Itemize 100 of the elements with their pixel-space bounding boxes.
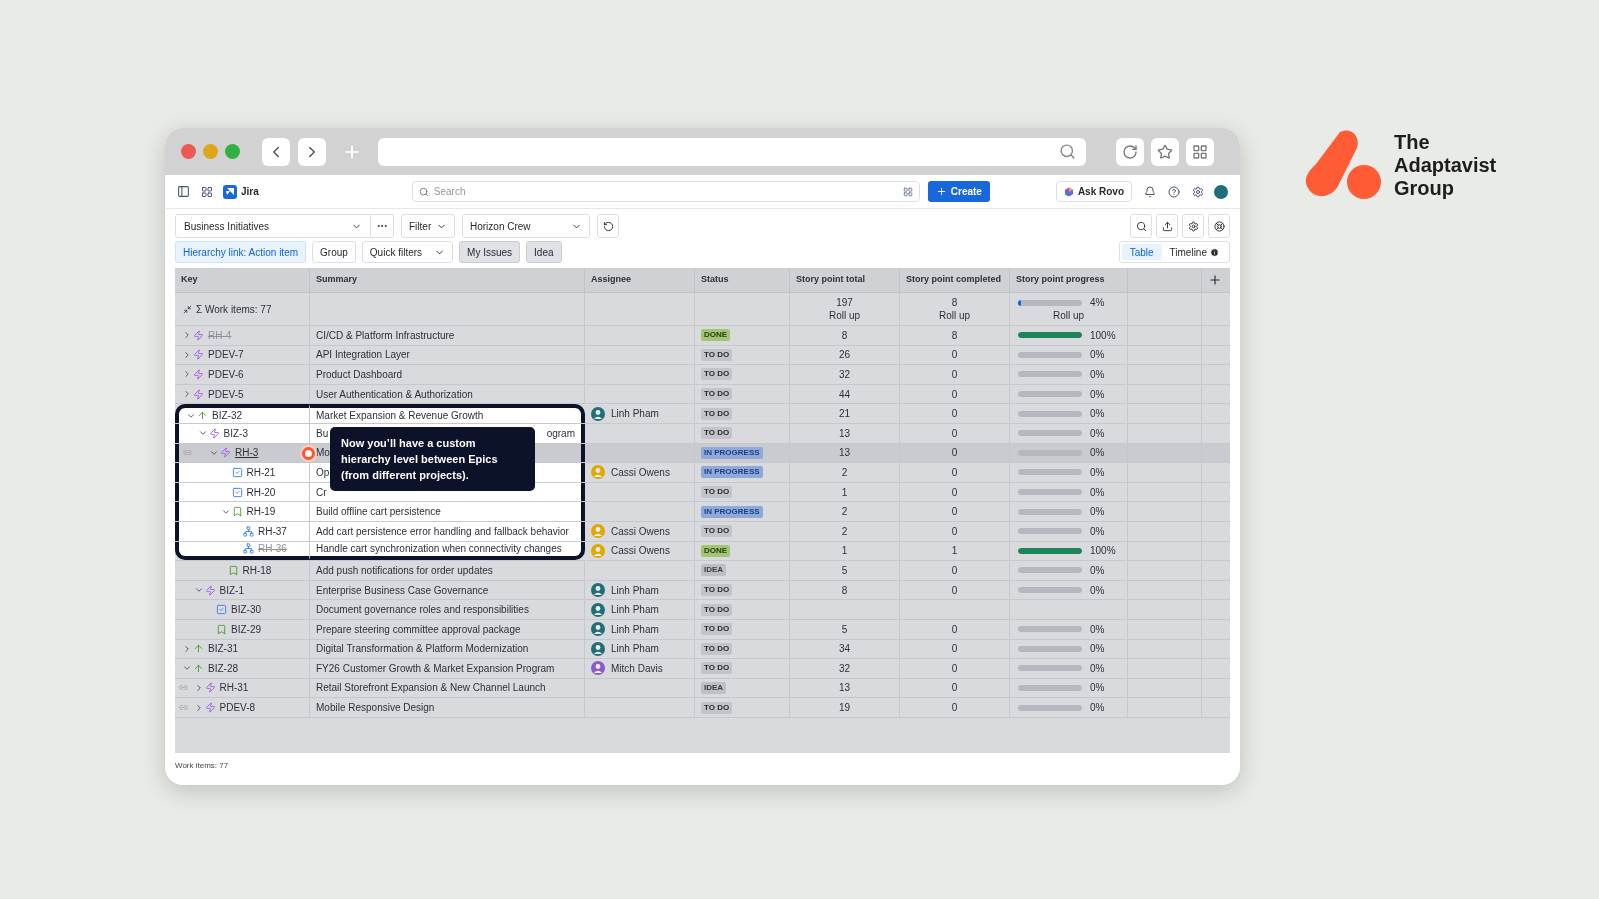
issue-key[interactable]: BIZ-3: [223, 425, 248, 441]
tab-grid-button[interactable]: [1186, 137, 1214, 166]
issue-key[interactable]: PDEV-6: [208, 367, 244, 382]
issue-key[interactable]: PDEV-7: [208, 347, 244, 363]
column-header[interactable]: Assignee: [585, 268, 695, 292]
table-row[interactable]: RH-18 Add push notifications for order updates IDEA 5 0 0%: [175, 561, 1230, 581]
forward-button[interactable]: [298, 137, 326, 166]
issue-key[interactable]: BIZ-31: [208, 641, 238, 657]
status-lozenge[interactable]: TO DO: [701, 623, 733, 636]
back-button[interactable]: [262, 137, 290, 166]
issue-key[interactable]: BIZ-29: [231, 621, 261, 637]
table-row[interactable]: BIZ-31 Digital Transformation & Platform Modernization Linh Pham TO DO 34 0 0%: [175, 639, 1230, 660]
team-select[interactable]: Horizon Crew: [462, 214, 590, 238]
close-window-icon[interactable]: [181, 144, 196, 159]
add-column-icon[interactable]: [1208, 273, 1222, 287]
view-tab[interactable]: Table: [1121, 244, 1162, 260]
status-lozenge[interactable]: IN PROGRESS: [701, 505, 763, 518]
filter-chip[interactable]: My Issues: [459, 241, 521, 263]
status-lozenge[interactable]: TO DO: [701, 348, 733, 361]
status-lozenge[interactable]: TO DO: [701, 701, 733, 714]
status-lozenge[interactable]: IN PROGRESS: [701, 466, 763, 479]
search-input[interactable]: Search: [433, 184, 898, 199]
status-lozenge[interactable]: TO DO: [701, 642, 733, 655]
table-row[interactable]: RH-36 Handle cart synchronization when connectivity changes Cassi Owens DONE 1 1 100%: [175, 541, 1230, 562]
column-header[interactable]: Story point completed: [900, 268, 1010, 292]
table-row[interactable]: RH-31 Retail Storefront Expansion & New Channel Launch IDEA 13 0 0%: [175, 678, 1230, 699]
reload-button[interactable]: [1116, 137, 1144, 166]
column-header[interactable]: Story point total: [790, 268, 900, 292]
status-lozenge[interactable]: DONE: [701, 544, 731, 557]
status-lozenge[interactable]: TO DO: [701, 525, 733, 538]
filter-select[interactable]: Filter: [401, 214, 455, 238]
status-lozenge[interactable]: TO DO: [701, 388, 733, 401]
table-row[interactable]: PDEV-8 Mobile Responsive Design TO DO 19 0 0%: [175, 698, 1230, 718]
status-lozenge[interactable]: TO DO: [701, 407, 733, 420]
status-lozenge[interactable]: TO DO: [701, 603, 733, 616]
issue-key[interactable]: BIZ-28: [208, 660, 238, 676]
chevron-right-icon[interactable]: [182, 643, 192, 654]
beacon-icon[interactable]: [302, 446, 315, 460]
profile-avatar-icon[interactable]: [1214, 184, 1228, 199]
issue-key[interactable]: RH-3: [235, 445, 259, 461]
status-lozenge[interactable]: TO DO: [701, 486, 733, 499]
issue-key[interactable]: PDEV-5: [208, 386, 244, 402]
filter-chip[interactable]: Quick filters: [361, 241, 454, 263]
view-tab[interactable]: Timeline: [1161, 244, 1227, 260]
filter-chip[interactable]: Group: [312, 241, 356, 263]
search-button[interactable]: [1130, 214, 1152, 238]
filter-chip[interactable]: Hierarchy link: Action item: [175, 241, 307, 263]
collapse-all-icon[interactable]: [183, 304, 192, 314]
column-header[interactable]: Key: [175, 268, 310, 292]
more-button[interactable]: [371, 214, 394, 238]
chevron-right-icon[interactable]: [182, 389, 192, 400]
help-icon[interactable]: [1168, 185, 1180, 198]
table-row[interactable]: BIZ-29 Prepare steering committee approval package Linh Pham TO DO 5 0 0%: [175, 619, 1230, 640]
status-lozenge[interactable]: TO DO: [701, 662, 733, 675]
issue-key[interactable]: PDEV-8: [219, 700, 256, 716]
filter-chip[interactable]: Idea: [526, 241, 562, 263]
sidebar-toggle-icon[interactable]: [177, 185, 190, 198]
app-switcher-icon[interactable]: [201, 185, 213, 198]
status-lozenge[interactable]: IDEA: [701, 682, 727, 694]
chevron-right-icon[interactable]: [182, 369, 192, 380]
column-header[interactable]: Status: [695, 268, 790, 292]
plan-select[interactable]: Business Initiatives: [175, 214, 371, 238]
table-row[interactable]: PDEV-7 API Integration Layer TO DO 26 0 0%: [175, 345, 1230, 366]
table-row[interactable]: RH-4 CI/CD & Platform Infrastructure DONE 8 8 100%: [175, 326, 1230, 346]
table-row[interactable]: BIZ-28 FY26 Customer Growth & Market Expansion Program Mitch Davis TO DO 32 0 0%: [175, 659, 1230, 679]
issue-key[interactable]: RH-37: [258, 523, 287, 539]
issue-key[interactable]: BIZ-1: [219, 582, 244, 598]
issue-key[interactable]: BIZ-30: [231, 602, 261, 618]
table-row[interactable]: BIZ-32 Market Expansion & Revenue Growth Linh Pham TO DO 21 0 0%: [175, 404, 1230, 424]
table-row[interactable]: PDEV-6 Product Dashboard TO DO 32 0 0%: [175, 365, 1230, 385]
notifications-icon[interactable]: [1144, 185, 1156, 198]
bookmark-button[interactable]: [1151, 137, 1179, 166]
export-button[interactable]: [1156, 214, 1178, 238]
chevron-right-icon[interactable]: [182, 349, 192, 360]
column-header[interactable]: Story point progress: [1010, 268, 1128, 292]
table-row[interactable]: BIZ-30 Document governance roles and responsibilities Linh Pham TO DO: [175, 600, 1230, 620]
issue-key[interactable]: RH-20: [246, 484, 276, 500]
table-row[interactable]: RH-37 Add cart persistence error handling and fallback behavior Cassi Owens TO DO 2 0 0%: [175, 521, 1230, 542]
column-header[interactable]: Summary: [310, 268, 585, 292]
create-button[interactable]: Create: [927, 181, 990, 202]
ask-rovo-button[interactable]: Ask Rovo: [1055, 181, 1132, 202]
chevron-down-icon[interactable]: [193, 585, 204, 595]
status-lozenge[interactable]: TO DO: [701, 368, 733, 381]
settings-icon[interactable]: [1192, 185, 1204, 198]
search-field[interactable]: Search: [411, 181, 920, 202]
jira-logo-icon[interactable]: [223, 184, 237, 199]
issue-key[interactable]: RH-31: [219, 680, 249, 696]
status-lozenge[interactable]: IDEA: [701, 564, 727, 577]
status-lozenge[interactable]: TO DO: [701, 427, 733, 440]
chevron-right-icon[interactable]: [182, 330, 192, 341]
table-row[interactable]: RH-19 Build offline cart persistence IN PROGRESS 2 0 0%: [175, 502, 1230, 522]
filter-options-icon[interactable]: [902, 186, 913, 197]
issue-key[interactable]: BIZ-32: [212, 408, 242, 424]
settings-button[interactable]: [1182, 214, 1204, 238]
status-lozenge[interactable]: TO DO: [701, 584, 733, 596]
reset-button[interactable]: [597, 214, 619, 238]
table-row[interactable]: PDEV-5 User Authentication & Authorization TO DO 44 0 0%: [175, 384, 1230, 405]
app-name[interactable]: Jira: [241, 184, 259, 199]
status-lozenge[interactable]: IN PROGRESS: [701, 446, 763, 459]
status-lozenge[interactable]: DONE: [701, 329, 731, 342]
